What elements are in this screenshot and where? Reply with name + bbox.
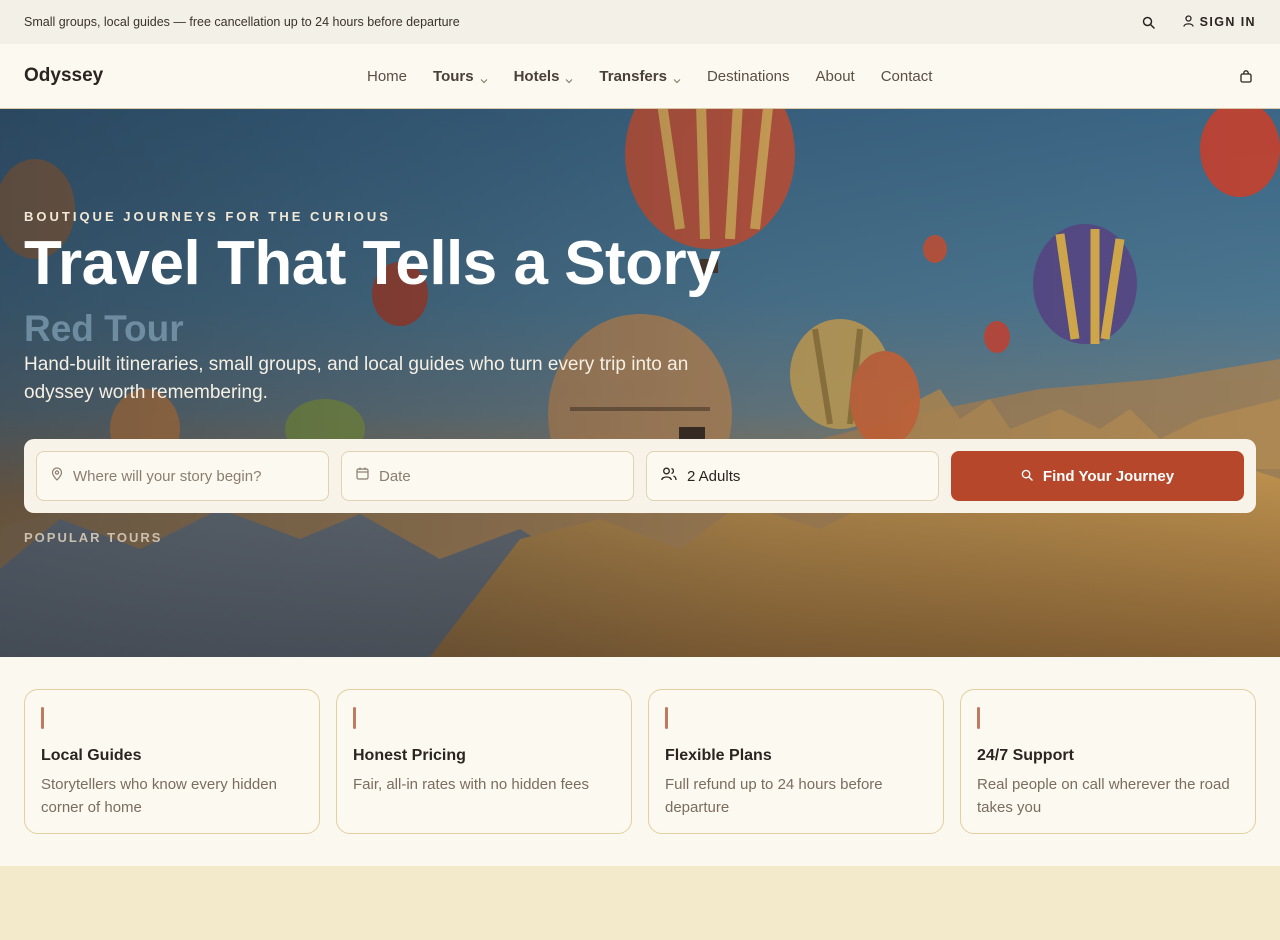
primary-nav: Home Tours Hotels Transfers Destinations… xyxy=(367,68,1236,85)
hero-rotating-word: Red Tour xyxy=(24,308,184,349)
nav-item-home[interactable]: Home xyxy=(367,68,407,85)
card-accent-bar xyxy=(353,707,356,729)
site-logo[interactable]: Odyssey xyxy=(24,65,367,87)
popular-tours-label: POPULAR TOURS xyxy=(24,530,163,545)
card-accent-bar xyxy=(665,707,668,729)
nav-label: Hotels xyxy=(513,67,560,85)
sign-in-link[interactable]: SIGN IN xyxy=(1183,14,1256,30)
find-journey-button[interactable]: Find Your Journey xyxy=(951,451,1244,501)
destination-field[interactable] xyxy=(36,451,329,501)
hero-subtitle: Hand-built itineraries, small groups, an… xyxy=(24,354,689,403)
nav-label: About xyxy=(815,67,855,85)
topbar-actions: SIGN IN xyxy=(1141,14,1256,30)
journey-search-bar: 2 Adults Find Your Journey xyxy=(24,439,1256,513)
card-accent-bar xyxy=(41,707,44,729)
date-input[interactable] xyxy=(379,467,619,485)
main-navbar: Odyssey Home Tours Hotels Transfers Dest… xyxy=(0,44,1280,109)
nav-item-contact[interactable]: Contact xyxy=(881,68,933,85)
nav-item-hotels[interactable]: Hotels xyxy=(514,68,574,85)
guests-selector[interactable]: 2 Adults xyxy=(646,451,939,501)
calendar-icon xyxy=(356,467,369,485)
shopping-bag-icon[interactable] xyxy=(1236,66,1256,86)
announcement-text: Small groups, local guides — free cancel… xyxy=(24,15,460,29)
users-icon xyxy=(661,467,677,486)
map-pin-icon xyxy=(51,466,63,486)
nav-item-transfers[interactable]: Transfers xyxy=(599,68,681,85)
guests-value: 2 Adults xyxy=(687,467,741,485)
feature-text: Storytellers who know every hidden corne… xyxy=(41,776,277,816)
nav-item-tours[interactable]: Tours xyxy=(433,68,488,85)
feature-title: 24/7 Support xyxy=(977,747,1074,764)
search-icon xyxy=(1021,468,1033,485)
feature-card-honest-pricing: Honest Pricing Fair, all-in rates with n… xyxy=(336,689,632,834)
features-row: Local Guides Storytellers who know every… xyxy=(24,689,1256,834)
chevron-down-icon xyxy=(673,72,681,84)
nav-item-about[interactable]: About xyxy=(816,68,855,85)
nav-item-destinations[interactable]: Destinations xyxy=(707,68,790,85)
nav-label: Contact xyxy=(880,67,933,85)
date-field[interactable] xyxy=(341,451,634,501)
hero-section: BOUTIQUE JOURNEYS FOR THE CURIOUS Travel… xyxy=(0,109,1280,657)
destination-input[interactable] xyxy=(73,467,314,485)
feature-text: Full refund up to 24 hours before depart… xyxy=(665,776,883,816)
user-icon xyxy=(1183,14,1194,30)
search-icon[interactable] xyxy=(1141,14,1157,30)
feature-title: Flexible Plans xyxy=(665,747,772,764)
feature-title: Honest Pricing xyxy=(353,747,466,764)
hero-title: Travel That Tells a Story xyxy=(24,229,721,298)
nav-label: Home xyxy=(367,67,408,85)
feature-title: Local Guides xyxy=(41,747,142,764)
nav-label: Tours xyxy=(433,67,474,85)
feature-card-local-guides: Local Guides Storytellers who know every… xyxy=(24,689,320,834)
next-section-band xyxy=(0,866,1280,940)
feature-card-support: 24/7 Support Real people on call whereve… xyxy=(960,689,1256,834)
feature-card-flexible-plans: Flexible Plans Full refund up to 24 hour… xyxy=(648,689,944,834)
find-journey-label: Find Your Journey xyxy=(1042,467,1175,485)
announcement-bar: Small groups, local guides — free cancel… xyxy=(0,0,1280,44)
feature-text: Real people on call wherever the road ta… xyxy=(977,776,1230,816)
sign-in-label: SIGN IN xyxy=(1199,15,1256,29)
chevron-down-icon xyxy=(565,72,573,84)
feature-text: Fair, all-in rates with no hidden fees xyxy=(353,776,589,793)
hero-eyebrow: BOUTIQUE JOURNEYS FOR THE CURIOUS xyxy=(24,209,391,224)
card-accent-bar xyxy=(977,707,980,729)
nav-label: Destinations xyxy=(706,67,790,85)
chevron-down-icon xyxy=(480,72,488,84)
nav-label: Transfers xyxy=(599,67,667,85)
